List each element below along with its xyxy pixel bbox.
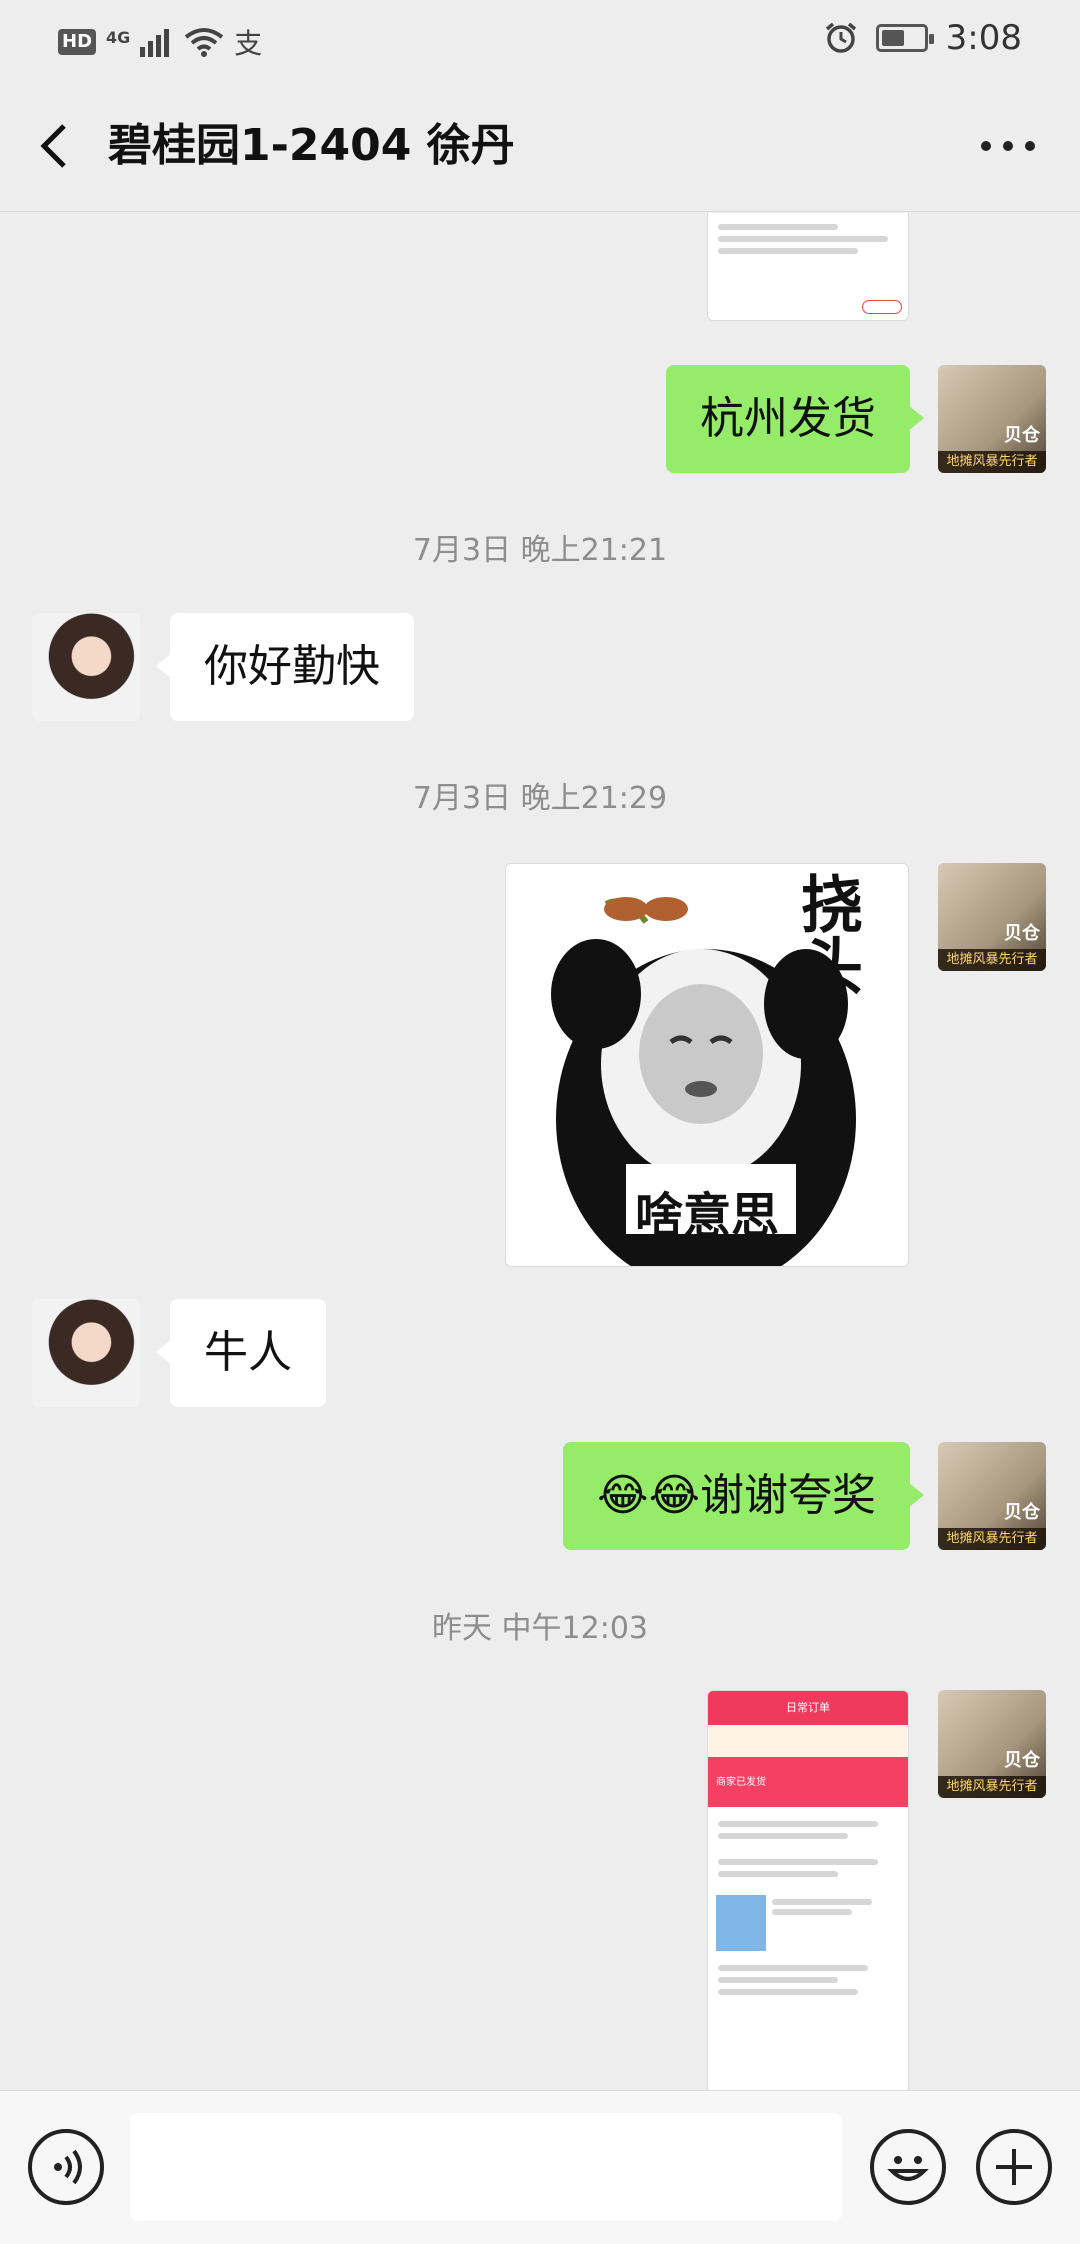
clock: 3:08	[945, 18, 1022, 58]
laughing-emoji: 😂😂	[597, 1470, 700, 1521]
avatar-self-name: 贝仓	[1004, 1502, 1040, 1523]
screenshot-status: 商家已发货	[708, 1757, 908, 1807]
avatar-self[interactable]: 贝仓 地摊风暴先行者	[938, 365, 1046, 473]
smiley-icon	[887, 2156, 929, 2181]
message-text: 谢谢夸奖	[700, 1470, 876, 1521]
more-actions-button[interactable]	[976, 2129, 1052, 2205]
more-options-icon[interactable]	[976, 132, 1040, 160]
avatar-contact[interactable]	[32, 1299, 140, 1407]
message-bubble-incoming[interactable]: 你好勤快	[156, 613, 414, 721]
emoji-button[interactable]	[870, 2129, 946, 2205]
timestamp: 昨天 中午12:03	[432, 1611, 648, 1646]
avatar-contact[interactable]	[32, 613, 140, 721]
message-bubble-incoming[interactable]: 牛人	[156, 1299, 326, 1407]
message-list[interactable]: 杭州发货 贝仓 地摊风暴先行者 7月3日 晚上21:21 你好勤快 7月3日 晚…	[0, 213, 1080, 2090]
avatar-self-tag: 地摊风暴先行者	[938, 451, 1046, 473]
back-arrow-icon[interactable]	[34, 118, 78, 174]
sticker-caption-top: 挠头	[790, 872, 863, 996]
avatar-self[interactable]: 贝仓 地摊风暴先行者	[938, 1690, 1046, 1798]
message-bubble-outgoing[interactable]: 杭州发货	[666, 365, 924, 473]
order-screenshot-image[interactable]	[707, 213, 909, 321]
screenshot-header: 日常订单	[708, 1691, 908, 1725]
plus-icon	[996, 2149, 1032, 2185]
order-screenshot-image[interactable]: 日常订单 商家已发货	[707, 1690, 909, 2090]
avatar-self-name: 贝仓	[1004, 425, 1040, 446]
avatar-self[interactable]: 贝仓 地摊风暴先行者	[938, 1442, 1046, 1550]
hd-icon: HD	[58, 29, 97, 55]
avatar-self-name: 贝仓	[1004, 1750, 1040, 1771]
wifi-icon	[185, 28, 224, 57]
message-bubble-outgoing[interactable]: 😂😂谢谢夸奖	[563, 1442, 924, 1550]
message-input[interactable]	[130, 2113, 842, 2221]
battery-icon	[875, 24, 934, 52]
signal-icon	[140, 29, 170, 57]
voice-icon	[54, 2149, 82, 2185]
chat-header: 碧桂园1-2404 徐丹	[0, 80, 1080, 212]
avatar-self-tag: 地摊风暴先行者	[938, 1528, 1046, 1550]
timestamp: 7月3日 晚上21:29	[412, 781, 668, 816]
avatar-self-name: 贝仓	[1004, 923, 1040, 944]
timestamp: 7月3日 晚上21:21	[412, 533, 668, 568]
avatar-self-tag: 地摊风暴先行者	[938, 1776, 1046, 1798]
alarm-icon	[825, 22, 856, 53]
network-label: 4G	[106, 27, 131, 47]
alipay-icon: 支	[234, 27, 263, 60]
status-bar: HD 4G 支 3:08	[0, 0, 1080, 80]
sticker-caption-bottom: 啥意思	[634, 1188, 779, 1244]
avatar-self[interactable]: 贝仓 地摊风暴先行者	[938, 863, 1046, 971]
voice-input-button[interactable]	[28, 2129, 104, 2205]
chat-title: 碧桂园1-2404 徐丹	[108, 120, 515, 171]
input-bar	[0, 2090, 1080, 2244]
sticker-image[interactable]: 挠头 啥意思	[505, 863, 909, 1267]
avatar-self-tag: 地摊风暴先行者	[938, 949, 1046, 971]
